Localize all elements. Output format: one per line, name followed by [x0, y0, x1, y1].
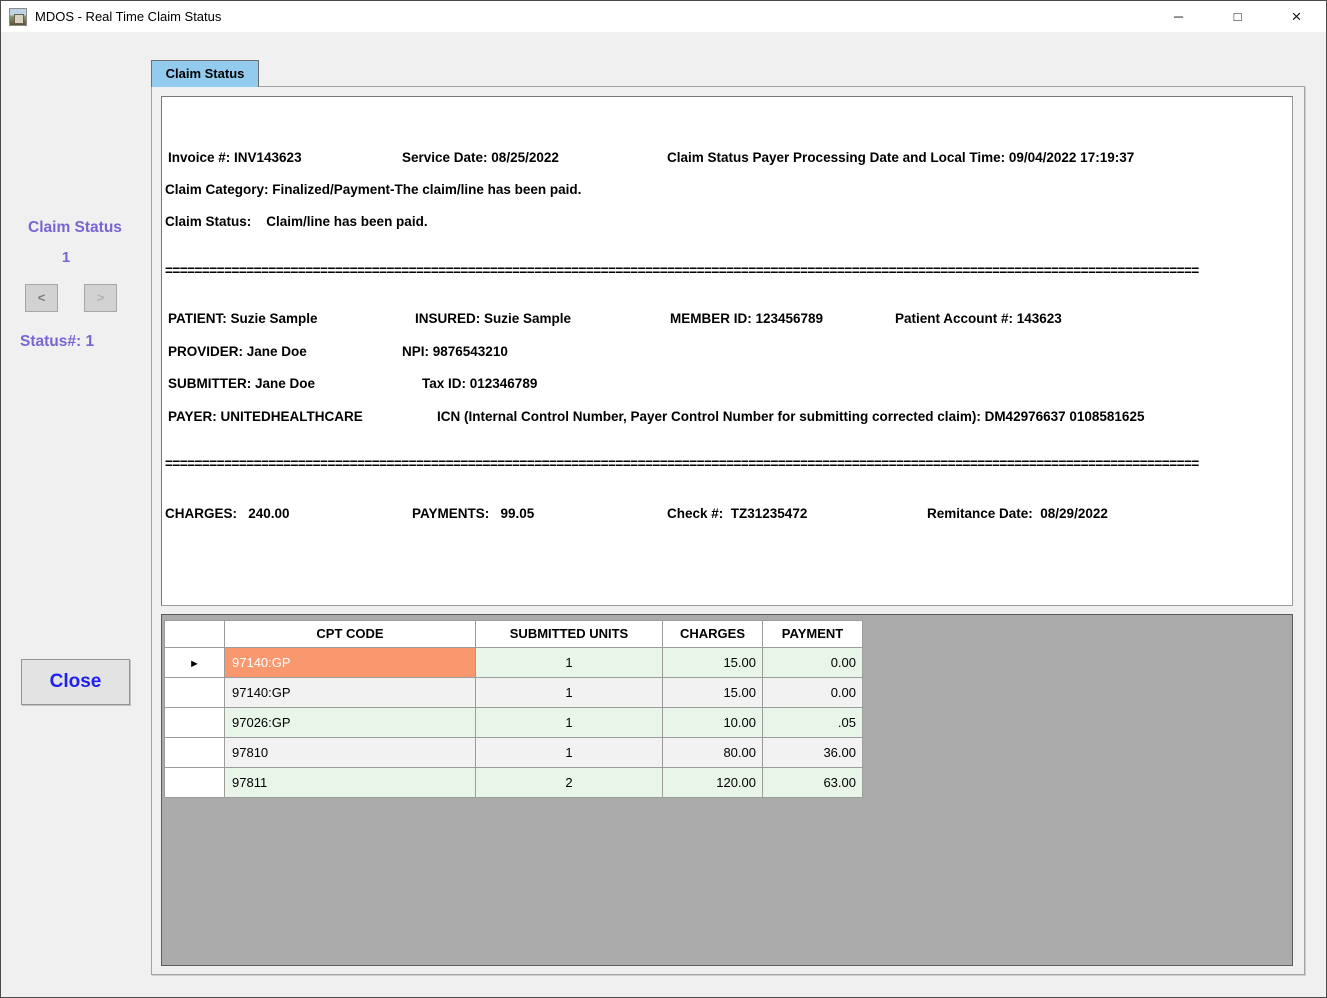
- table-row: 97810 1 80.00 36.00: [165, 738, 863, 768]
- payment-cell[interactable]: 0.00: [763, 678, 863, 708]
- grid-header-row: CPT CODE SUBMITTED UNITS CHARGES PAYMENT: [165, 621, 863, 648]
- member-id-text: MEMBER ID: 123456789: [670, 311, 824, 326]
- charges-text: CHARGES: 240.00: [165, 506, 290, 521]
- grid-panel: CPT CODE SUBMITTED UNITS CHARGES PAYMENT…: [161, 614, 1293, 966]
- table-row: 97811 2 120.00 63.00: [165, 768, 863, 798]
- tax-id-text: Tax ID: 012346789: [422, 376, 538, 391]
- claim-category-text: Claim Category: Finalized/Payment-The cl…: [165, 182, 582, 197]
- tab-claim-status[interactable]: Claim Status: [151, 60, 259, 87]
- units-cell[interactable]: 1: [476, 648, 663, 678]
- title-bar[interactable]: MDOS - Real Time Claim Status ─ □ ×: [1, 1, 1326, 32]
- units-cell[interactable]: 2: [476, 768, 663, 798]
- app-icon: [9, 8, 27, 26]
- payment-cell[interactable]: .05: [763, 708, 863, 738]
- app-window: MDOS - Real Time Claim Status ─ □ × Clai…: [0, 0, 1327, 998]
- payment-cell[interactable]: 63.00: [763, 768, 863, 798]
- table-row: ► 97140:GP 1 15.00 0.00: [165, 648, 863, 678]
- units-cell[interactable]: 1: [476, 738, 663, 768]
- cpt-cell[interactable]: 97140:GP: [225, 678, 476, 708]
- col-header-charges[interactable]: CHARGES: [663, 621, 763, 648]
- row-selector-header[interactable]: [165, 621, 225, 648]
- separator-line: ========================================…: [165, 456, 1199, 471]
- charges-cell[interactable]: 15.00: [663, 648, 763, 678]
- claim-number-value: 1: [61, 249, 71, 266]
- remittance-date-text: Remitance Date: 08/29/2022: [927, 506, 1108, 521]
- row-selector-cell[interactable]: [165, 678, 225, 708]
- icn-text: ICN (Internal Control Number, Payer Cont…: [437, 409, 1145, 424]
- charges-cell[interactable]: 10.00: [663, 708, 763, 738]
- submitter-text: SUBMITTER: Jane Doe: [168, 376, 316, 391]
- close-button[interactable]: Close: [21, 659, 130, 705]
- row-selector-cell[interactable]: [165, 738, 225, 768]
- units-cell[interactable]: 1: [476, 678, 663, 708]
- payment-cell[interactable]: 0.00: [763, 648, 863, 678]
- maximize-icon: □: [1233, 9, 1242, 24]
- table-row: 97140:GP 1 15.00 0.00: [165, 678, 863, 708]
- payer-text: PAYER: UNITEDHEALTHCARE: [168, 409, 363, 424]
- charges-cell[interactable]: 15.00: [663, 678, 763, 708]
- patient-account-text: Patient Account #: 143623: [895, 311, 1062, 326]
- row-selector-cell[interactable]: [165, 708, 225, 738]
- status-number-label: Status#: 1: [20, 333, 95, 350]
- insured-text: INSURED: Suzie Sample: [415, 311, 572, 326]
- patient-text: PATIENT: Suzie Sample: [168, 311, 318, 326]
- payment-cell[interactable]: 36.00: [763, 738, 863, 768]
- claim-info-panel[interactable]: Invoice #: INV143623 Service Date: 08/25…: [161, 96, 1293, 606]
- minimize-button[interactable]: ─: [1156, 1, 1201, 32]
- window-title: MDOS - Real Time Claim Status: [35, 9, 222, 24]
- charges-cell[interactable]: 120.00: [663, 768, 763, 798]
- maximize-button[interactable]: □: [1215, 1, 1260, 32]
- provider-text: PROVIDER: Jane Doe: [168, 344, 307, 359]
- col-header-submitted-units[interactable]: SUBMITTED UNITS: [476, 621, 663, 648]
- separator-line: ========================================…: [165, 263, 1199, 278]
- row-selector-cell[interactable]: [165, 768, 225, 798]
- col-header-cpt-code[interactable]: CPT CODE: [225, 621, 476, 648]
- npi-text: NPI: 9876543210: [402, 344, 508, 359]
- cpt-cell[interactable]: 97026:GP: [225, 708, 476, 738]
- previous-claim-button[interactable]: <: [25, 284, 58, 312]
- processing-datetime-text: Claim Status Payer Processing Date and L…: [667, 150, 1135, 165]
- row-selector-cell[interactable]: ►: [165, 648, 225, 678]
- minimize-icon: ─: [1173, 9, 1184, 24]
- current-row-icon: ►: [189, 658, 200, 670]
- cpt-cell[interactable]: 97811: [225, 768, 476, 798]
- cpt-cell[interactable]: 97810: [225, 738, 476, 768]
- charges-cell[interactable]: 80.00: [663, 738, 763, 768]
- close-window-button[interactable]: ×: [1274, 1, 1319, 32]
- check-number-text: Check #: TZ31235472: [667, 506, 808, 521]
- claim-status-text: Claim Status: Claim/line has been paid.: [165, 214, 428, 229]
- cpt-grid: CPT CODE SUBMITTED UNITS CHARGES PAYMENT…: [164, 620, 863, 798]
- next-claim-button[interactable]: >: [84, 284, 117, 312]
- claim-status-nav-label: Claim Status: [28, 219, 122, 236]
- cpt-cell[interactable]: 97140:GP: [225, 648, 476, 678]
- table-row: 97026:GP 1 10.00 .05: [165, 708, 863, 738]
- invoice-number-text: Invoice #: INV143623: [168, 150, 302, 165]
- service-date-text: Service Date: 08/25/2022: [402, 150, 559, 165]
- claim-status-tab-page: Invoice #: INV143623 Service Date: 08/25…: [151, 86, 1305, 975]
- units-cell[interactable]: 1: [476, 708, 663, 738]
- payments-text: PAYMENTS: 99.05: [412, 506, 535, 521]
- col-header-payment[interactable]: PAYMENT: [763, 621, 863, 648]
- close-icon: ×: [1291, 6, 1302, 26]
